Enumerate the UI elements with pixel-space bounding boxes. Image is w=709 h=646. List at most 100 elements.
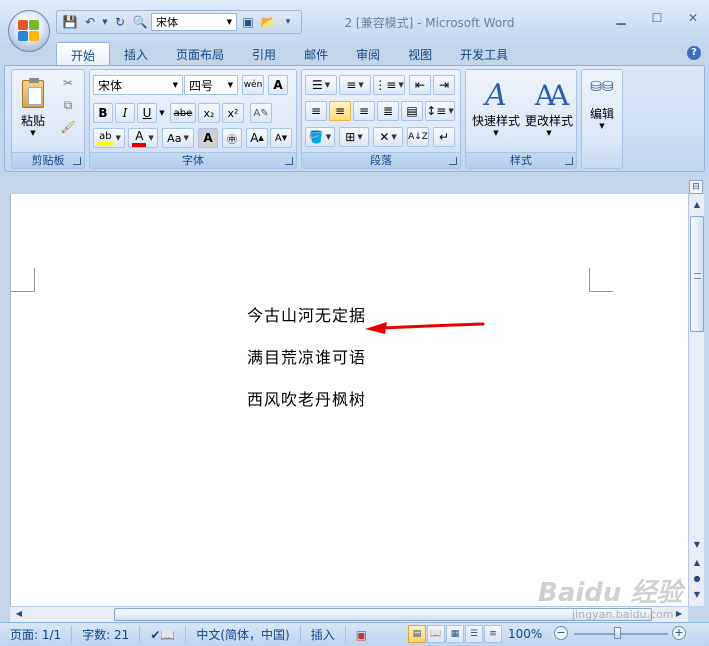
tab-insert[interactable]: 插入 <box>110 42 162 66</box>
font-color-button[interactable]: A ▼ <box>128 128 158 148</box>
shading-button[interactable]: 🪣 ▼ <box>305 127 335 147</box>
font-size-select[interactable]: 四号 ▼ <box>184 75 238 95</box>
borders-button[interactable]: ⊞ ▼ <box>339 127 369 147</box>
paste-button[interactable]: 粘贴 ▼ <box>16 74 50 142</box>
print-layout-icon[interactable]: ▤ <box>408 625 426 643</box>
copy-icon[interactable]: ⧉ <box>58 96 78 114</box>
format-painter-icon[interactable]: 🖌 <box>58 118 78 136</box>
tab-review[interactable]: 审阅 <box>342 42 394 66</box>
font-launcher-icon[interactable] <box>285 157 293 165</box>
document-line[interactable]: 西风吹老丹枫树 <box>247 386 366 410</box>
browse-object-icon[interactable]: ● <box>690 572 704 586</box>
multilevel-list-button[interactable]: ⋮≡ ▼ <box>373 75 405 95</box>
document-line[interactable]: 今古山河无定据 <box>247 302 366 326</box>
change-styles-button[interactable]: AA 更改样式 ▼ <box>523 72 575 144</box>
tab-mailings[interactable]: 邮件 <box>290 42 342 66</box>
insert-mode[interactable]: 插入 <box>301 625 346 644</box>
strikethrough-button[interactable]: abe <box>170 103 196 123</box>
superscript-button[interactable]: x² <box>222 103 244 123</box>
view-ruler-icon[interactable]: ⊟ <box>689 180 703 194</box>
cut-icon[interactable]: ✂ <box>58 74 78 92</box>
enclosed-char-icon[interactable]: ㊥ <box>222 128 242 148</box>
scroll-up-icon[interactable]: ▲ <box>690 198 704 212</box>
document-line[interactable]: 满目荒凉谁可语 <box>247 344 366 368</box>
distributed-icon[interactable]: ▤ <box>401 101 423 121</box>
scroll-right-icon[interactable]: ▶ <box>672 607 686 621</box>
change-case-button[interactable]: Aa ▼ <box>162 128 194 148</box>
zoom-in-icon[interactable]: + <box>672 626 686 640</box>
underline-button[interactable]: U <box>137 103 157 123</box>
minimize-button[interactable]: ▁ <box>611 10 631 26</box>
increase-indent-icon[interactable]: ⇥ <box>433 75 455 95</box>
paragraph-launcher-icon[interactable] <box>449 157 457 165</box>
subscript-button[interactable]: x₂ <box>198 103 220 123</box>
show-marks-icon[interactable]: ↵ <box>433 127 455 147</box>
title-bar: 💾 ↶ ▼ ↻ 🔍 宋体 ▼ ▣ 📂 ▾ 2 [兼容模式] - Microsof… <box>0 0 709 44</box>
paragraph-group: ☰ ▼ ≡ ▼ ⋮≡ ▼ ⇤ ⇥ ≡ ≡ ≡ ≣ ▤ ↕≡ ▼ 🪣 ▼ ⊞ ▼ ✕ ▼ A↓Z… <box>301 69 461 169</box>
font-name-value: 宋体 <box>98 78 123 93</box>
quick-styles-button[interactable]: A 快速样式 ▼ <box>469 72 523 144</box>
next-page-icon[interactable]: ▼ <box>690 588 704 602</box>
underline-dropdown-icon[interactable]: ▼ <box>157 103 167 123</box>
decrease-indent-icon[interactable]: ⇤ <box>409 75 431 95</box>
clear-formatting-icon[interactable]: A✎ <box>250 103 272 123</box>
scroll-down-icon[interactable]: ▼ <box>690 538 704 552</box>
help-icon[interactable]: ? <box>687 46 701 60</box>
tab-view[interactable]: 视图 <box>394 42 446 66</box>
macro-record-icon[interactable]: ▣ <box>346 626 377 644</box>
zoom-slider-thumb[interactable] <box>614 627 621 639</box>
italic-button[interactable]: I <box>115 103 135 123</box>
chinese-layout-button[interactable]: ✕ ▼ <box>373 127 403 147</box>
red-arrow-annotation <box>365 322 485 334</box>
margin-corner-top-left <box>11 268 35 292</box>
sort-icon[interactable]: A↓Z <box>407 127 429 147</box>
tab-page-layout[interactable]: 页面布局 <box>162 42 238 66</box>
office-button[interactable] <box>8 10 50 52</box>
tab-developer[interactable]: 开发工具 <box>446 42 522 66</box>
zoom-out-icon[interactable]: − <box>554 626 568 640</box>
char-shading-icon[interactable]: A <box>198 128 218 148</box>
proofing-icon[interactable]: ✔📖 <box>140 625 187 644</box>
document-page[interactable]: 今古山河无定据 满目荒凉谁可语 西风吹老丹枫树 <box>10 194 688 606</box>
shrink-font-button[interactable]: A ▼ <box>270 128 292 148</box>
draft-view-icon[interactable]: ≡ <box>484 625 502 643</box>
word-count[interactable]: 字数: 21 <box>72 625 141 644</box>
editing-button[interactable]: ⛁⛁ 编辑 ▼ <box>584 72 620 162</box>
chevron-down-icon: ▼ <box>493 128 499 137</box>
previous-page-icon[interactable]: ▲ <box>690 556 704 570</box>
scroll-left-icon[interactable]: ◀ <box>12 607 26 621</box>
tab-references[interactable]: 引用 <box>238 42 290 66</box>
close-button[interactable]: ✕ <box>683 10 703 26</box>
window-controls: ▁ ☐ ✕ <box>611 10 703 26</box>
font-group: 宋体 ▼ 四号 ▼ wén A B I U ▼ abe x₂ x² A✎ ab ▼… <box>89 69 297 169</box>
font-name-select[interactable]: 宋体 ▼ <box>93 75 183 95</box>
change-styles-icon: AA <box>534 78 570 112</box>
grow-font-button[interactable]: A ▲ <box>246 128 268 148</box>
chevron-down-icon: ▼ <box>227 81 233 89</box>
char-border-icon[interactable]: A <box>268 75 288 95</box>
outline-view-icon[interactable]: ☰ <box>465 625 483 643</box>
language-status[interactable]: 中文(简体，中国) <box>186 625 301 644</box>
justify-icon[interactable]: ≣ <box>377 101 399 121</box>
clipboard-launcher-icon[interactable] <box>73 157 81 165</box>
line-spacing-button[interactable]: ↕≡ ▼ <box>425 101 455 121</box>
tab-home[interactable]: 开始 <box>56 42 111 66</box>
office-logo-icon <box>18 20 40 42</box>
vertical-scrollbar[interactable]: ▲ ▼ ▲ ● ▼ <box>688 194 704 606</box>
maximize-button[interactable]: ☐ <box>647 10 667 26</box>
align-right-icon[interactable]: ≡ <box>353 101 375 121</box>
bullets-button[interactable]: ☰ ▼ <box>305 75 337 95</box>
page-count[interactable]: 页面: 1/1 <box>0 625 73 644</box>
align-center-icon[interactable]: ≡ <box>329 101 351 121</box>
bold-button[interactable]: B <box>93 103 113 123</box>
vertical-scroll-thumb[interactable] <box>690 216 704 332</box>
full-screen-reading-icon[interactable]: 📖 <box>427 625 445 643</box>
web-layout-icon[interactable]: ▦ <box>446 625 464 643</box>
phonetic-guide-icon[interactable]: wén <box>242 75 264 95</box>
align-left-icon[interactable]: ≡ <box>305 101 327 121</box>
styles-launcher-icon[interactable] <box>565 157 573 165</box>
zoom-slider-track[interactable] <box>574 633 668 635</box>
numbering-button[interactable]: ≡ ▼ <box>339 75 371 95</box>
zoom-level[interactable]: 100% <box>508 625 542 643</box>
highlight-color-button[interactable]: ab ▼ <box>93 128 125 148</box>
